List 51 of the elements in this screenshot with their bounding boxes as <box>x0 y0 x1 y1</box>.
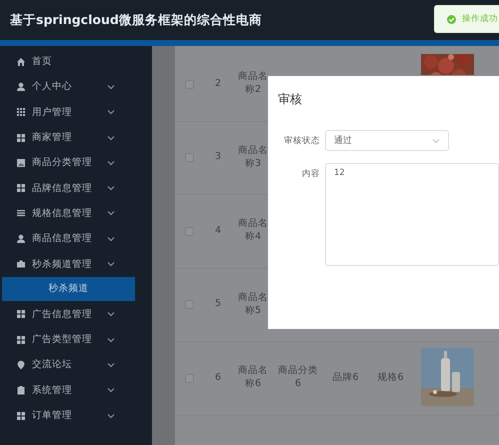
menu-item[interactable]: 交流论坛 <box>0 352 115 378</box>
apps-icon <box>16 183 26 194</box>
toast-text: 操作成功 <box>462 13 498 25</box>
menu-item[interactable]: 商品分类管理 <box>0 150 115 176</box>
menu-item[interactable]: 广告信息管理 <box>0 302 115 327</box>
menu-item[interactable]: 规格信息管理 <box>0 200 115 226</box>
grid-icon <box>16 107 26 118</box>
table-cell-text: 商品名称4 <box>237 218 269 244</box>
briefcase-icon <box>16 259 26 270</box>
table-cell-text: 商品名称6 <box>237 365 269 392</box>
user-icon <box>16 82 26 92</box>
table-cell-text: 商品名称5 <box>237 292 269 318</box>
table-cell-text: 3 <box>214 151 222 164</box>
apps-icon <box>16 309 26 320</box>
status-select[interactable]: 通过 <box>325 130 449 151</box>
content-textarea[interactable]: 12 <box>325 163 499 266</box>
menu-item[interactable]: 用户管理 <box>0 100 115 125</box>
apps-icon <box>16 132 26 143</box>
menu-item[interactable]: 系统管理 <box>0 378 115 403</box>
clipboard-icon <box>16 385 26 396</box>
pin-icon <box>16 360 26 370</box>
menu-item[interactable]: 秒杀频道管理 <box>0 251 115 277</box>
menu-item[interactable]: 首页 <box>0 49 115 74</box>
table-cell-text: 6 <box>214 372 222 385</box>
table-cell-text: 商品名称2 <box>237 71 269 98</box>
apps-icon <box>16 410 26 420</box>
apps-icon <box>16 334 26 345</box>
table-cell-text: 商品名称3 <box>237 144 269 171</box>
app-title: 基于springcloud微服务框架的综合性电商 <box>10 12 262 28</box>
table-cell-text: 规格6 <box>376 372 405 385</box>
dialog-title: 审核 <box>278 91 302 108</box>
menu-item[interactable]: 广告类型管理 <box>0 326 115 352</box>
menu-item[interactable]: 商品信息管理 <box>0 226 115 252</box>
user-icon <box>16 234 26 244</box>
menu-item[interactable]: 个人中心 <box>0 74 115 100</box>
table-cell-text: 5 <box>214 298 222 312</box>
table-cell-text: 品牌6 <box>331 372 360 385</box>
menu-item[interactable]: 订单管理 <box>0 402 115 428</box>
menu-item[interactable]: 品牌信息管理 <box>0 175 115 201</box>
submenu-item[interactable]: 秒杀频道 <box>2 276 135 301</box>
table-cell-text: 4 <box>214 224 222 238</box>
home-icon <box>16 56 26 67</box>
field-label: 审核状态 <box>283 134 320 148</box>
field-label: 内容 <box>301 168 320 181</box>
check-circle-icon <box>447 14 456 24</box>
image-icon <box>16 158 26 168</box>
chevron-down-icon <box>432 138 440 144</box>
list-icon <box>16 208 26 218</box>
table-cell-text: 2 <box>214 78 222 91</box>
menu-item[interactable]: 商家管理 <box>0 124 115 150</box>
table-cell-text: 商品分类6 <box>277 365 319 392</box>
